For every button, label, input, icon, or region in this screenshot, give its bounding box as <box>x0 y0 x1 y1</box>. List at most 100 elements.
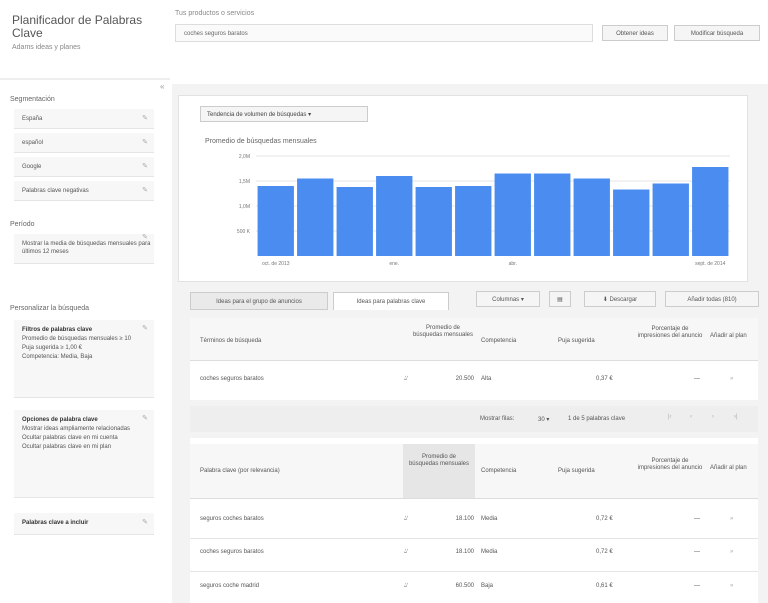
x-tick-label: sept. de 2014 <box>695 261 726 267</box>
col-add-to-plan: Añadir al plan <box>710 333 747 339</box>
table-row-bid: 0,61 € <box>596 583 613 589</box>
col-suggested-bid[interactable]: Puja sugerida <box>558 338 595 344</box>
add-to-plan-icon[interactable]: » <box>730 549 733 555</box>
edit-icon: ✎ <box>142 415 148 422</box>
table-row-keyword: coches seguros baratos <box>200 376 264 382</box>
col-competition[interactable]: Competencia <box>481 468 516 474</box>
col-suggested-bid[interactable]: Puja sugerida <box>558 468 595 474</box>
bar[interactable] <box>415 187 452 256</box>
table-row-keyword: seguros coche madrid <box>200 583 260 589</box>
targeting-item-location[interactable]: España ✎ <box>14 109 154 129</box>
targeting-item-network[interactable]: Google ✎ <box>14 157 154 177</box>
page-title: Planificador de Palabras Clave <box>12 13 143 40</box>
dates-label: Período <box>10 221 35 228</box>
keyword-options[interactable]: Opciones de palabra clave Mostrar ideas … <box>14 410 154 498</box>
columns-button[interactable]: Columnas ▾ <box>476 291 540 307</box>
y-tick-label: 500 K <box>237 229 251 235</box>
bar[interactable] <box>652 183 689 257</box>
table-row-competition: Media <box>481 516 498 522</box>
add-to-plan-icon[interactable]: » <box>730 516 733 522</box>
bar[interactable] <box>455 186 492 256</box>
col-keyword[interactable]: Palabra clave (por relevancia) <box>200 468 280 474</box>
table-row-searches: 20.500 <box>455 376 474 382</box>
table-row-bid: 0,72 € <box>596 516 613 522</box>
edit-icon: ✎ <box>142 115 148 122</box>
download-icon: ⬇ <box>602 297 608 303</box>
col-avg-searches[interactable]: Promedio de búsquedas mensuales <box>408 454 470 468</box>
table-row-searches: 18.100 <box>455 516 474 522</box>
chart-icon: ▤ <box>557 297 563 303</box>
col-competition[interactable]: Competencia <box>481 338 516 344</box>
prev-page-icon[interactable]: ‹ <box>690 414 692 420</box>
table-row-bid: 0,37 € <box>596 376 613 382</box>
get-ideas-button[interactable]: Obtener ideas <box>602 25 668 41</box>
bar[interactable] <box>573 178 610 257</box>
table-row-impression: — <box>694 583 700 589</box>
bar[interactable] <box>257 186 294 256</box>
y-tick-label: 1,0M <box>239 204 250 210</box>
header-divider <box>0 78 170 80</box>
tab-keywords[interactable]: Ideas para palabras clave <box>333 292 449 310</box>
table-row-impression: — <box>694 516 700 522</box>
tab-ad-groups[interactable]: Ideas para el grupo de anuncios <box>190 292 328 310</box>
trend-icon[interactable]: ⌰ <box>404 583 408 590</box>
add-to-plan-icon[interactable]: » <box>730 376 733 382</box>
last-page-icon[interactable]: ›| <box>734 414 738 420</box>
keyword-filters[interactable]: Filtros de palabras clave Promedio de bú… <box>14 320 154 398</box>
table-row-keyword: seguros coches baratos <box>200 516 264 522</box>
page-subtitle: Adams ideas y planes <box>12 44 81 51</box>
y-tick-label: 2,0M <box>239 154 250 160</box>
keyword-input[interactable]: coches seguros baratos <box>175 24 593 42</box>
table-row-searches: 18.100 <box>455 549 474 555</box>
rows-per-page-label: Mostrar filas: <box>480 416 515 422</box>
x-tick-label: ene. <box>389 261 399 267</box>
trend-icon[interactable]: ⌰ <box>404 516 408 523</box>
trend-icon[interactable]: ⌰ <box>404 549 408 556</box>
table-row-searches: 60.500 <box>455 583 474 589</box>
customize-label: Personalizar la búsqueda <box>10 305 89 312</box>
sorted-column-highlight <box>403 444 475 498</box>
include-keywords-item[interactable]: Palabras clave a incluir ✎ <box>14 513 154 535</box>
chevron-down-icon: ▾ <box>308 112 312 118</box>
targeting-label: Segmentación <box>10 96 55 103</box>
table-row-competition: Baja <box>481 583 494 589</box>
keyword-label: Tus productos o servicios <box>175 10 255 17</box>
chart-title: Promedio de búsquedas mensuales <box>205 138 317 145</box>
add-all-button[interactable]: Añadir todas (810) <box>665 291 759 307</box>
table-row-impression: — <box>694 549 700 555</box>
next-page-icon[interactable]: › <box>712 414 714 420</box>
bar-chart: 2,0M 1,5M 1,0M 500 K oct. de 2013 ene. abr. se… <box>237 154 730 267</box>
chart-type-select[interactable]: Tendencia de volumen de búsquedas ▾ <box>200 106 368 122</box>
chart-view-button[interactable]: ▤ <box>549 291 571 307</box>
table-row-bid: 0,72 € <box>596 549 613 555</box>
bar[interactable] <box>494 173 531 257</box>
col-impression-share[interactable]: Porcentaje de impresiones del anuncio <box>636 326 704 340</box>
first-page-icon[interactable]: |‹ <box>668 414 672 420</box>
x-tick-label: abr. <box>509 261 517 267</box>
bar[interactable] <box>613 189 650 257</box>
col-search-terms[interactable]: Términos de búsqueda <box>200 338 261 344</box>
bar[interactable] <box>534 173 571 257</box>
row-divider <box>190 571 758 572</box>
targeting-item-language[interactable]: español ✎ <box>14 133 154 153</box>
modify-search-button[interactable]: Modificar búsqueda <box>674 25 760 41</box>
table-row-competition: Alta <box>481 376 492 382</box>
download-button[interactable]: ⬇ Descargar <box>584 291 656 307</box>
bar[interactable] <box>692 167 729 256</box>
table-row-impression: — <box>694 376 700 382</box>
bar[interactable] <box>336 187 373 256</box>
col-impression-share[interactable]: Porcentaje de impresiones del anuncio <box>636 458 704 472</box>
add-to-plan-icon[interactable]: » <box>730 583 733 589</box>
chevron-down-icon: ▾ <box>546 417 550 423</box>
bar[interactable] <box>297 178 334 257</box>
pagination-bar <box>190 406 758 432</box>
targeting-item-negatives[interactable]: Palabras clave negativas ✎ <box>14 181 154 201</box>
chevron-down-icon: ▾ <box>520 297 524 303</box>
trend-icon[interactable]: ⌰ <box>404 376 408 383</box>
rows-per-page-select[interactable]: 30 ▾ <box>538 416 549 423</box>
bar[interactable] <box>376 176 413 256</box>
dates-item[interactable]: Mostrar la media de búsquedas mensuales … <box>14 234 154 264</box>
edit-icon: ✎ <box>142 325 148 332</box>
col-avg-searches[interactable]: Promedio de búsquedas mensuales <box>412 325 474 339</box>
collapse-icon[interactable]: « <box>160 82 172 94</box>
